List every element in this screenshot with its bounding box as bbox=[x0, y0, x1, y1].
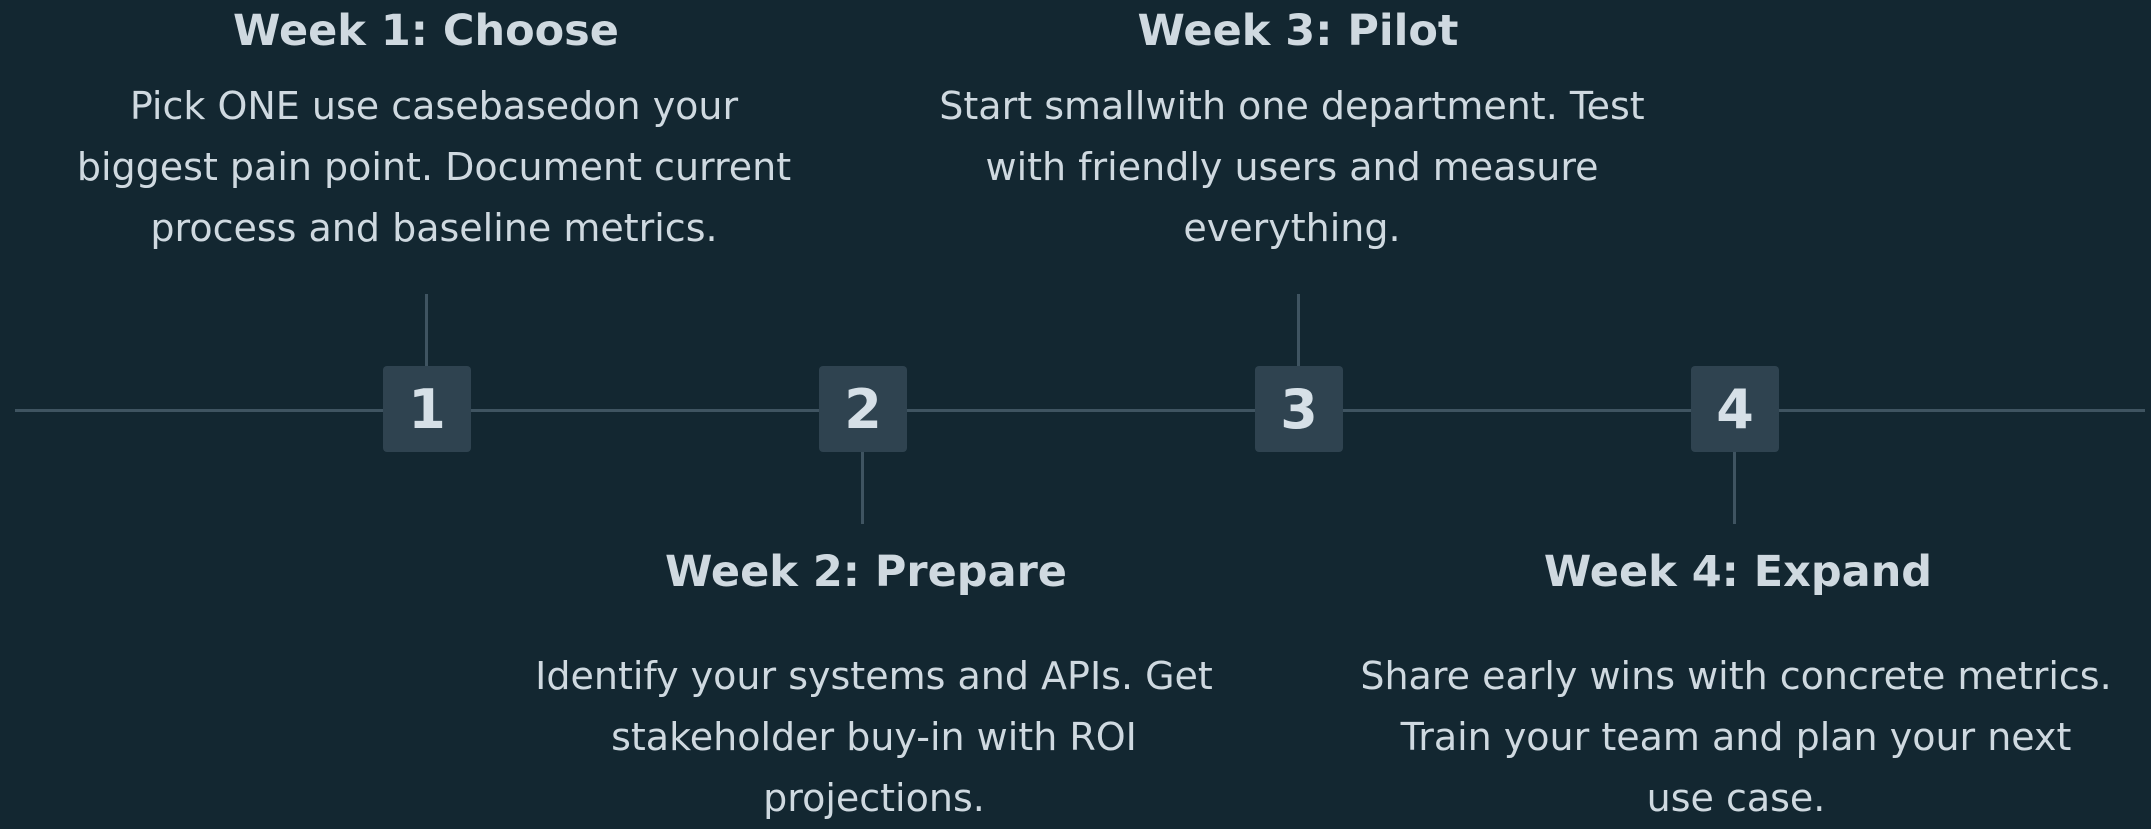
step-4-marker: 4 bbox=[1691, 366, 1779, 452]
timeline-line bbox=[15, 409, 2145, 412]
step-3-connector bbox=[1297, 294, 1300, 368]
step-4-description-line: Share early wins with concrete metrics. bbox=[1360, 654, 2112, 698]
step-3-marker: 3 bbox=[1255, 366, 1343, 452]
roadmap-timeline: { "steps": [ { "number": "1", "title": "… bbox=[0, 0, 2151, 822]
step-2-description-line: projections. bbox=[763, 776, 985, 820]
step-1-title: Week 1: Choose bbox=[233, 6, 619, 56]
step-2-description-line: stakeholder buy-in with ROI bbox=[611, 715, 1137, 759]
step-3-description: Start smallwith one department. Test wit… bbox=[912, 76, 1672, 259]
step-3-description-line: everything. bbox=[1183, 206, 1401, 250]
step-1-description-line: process and baseline metrics. bbox=[150, 206, 718, 250]
step-1-description: Pick ONE use casebasedon your biggest pa… bbox=[54, 76, 814, 259]
step-4-description: Share early wins with concrete metrics. … bbox=[1356, 646, 2116, 829]
step-2-title: Week 2: Prepare bbox=[665, 547, 1067, 597]
step-2-marker: 2 bbox=[819, 366, 907, 452]
step-3-description-line: Start smallwith one department. Test bbox=[939, 84, 1645, 128]
step-4-connector bbox=[1733, 450, 1736, 524]
step-4-description-line: Train your team and plan your next bbox=[1400, 715, 2072, 759]
step-1-description-line: biggest pain point. Document current bbox=[76, 145, 792, 189]
step-3-title: Week 3: Pilot bbox=[1137, 6, 1459, 56]
step-1-connector bbox=[425, 294, 428, 368]
step-2-connector bbox=[861, 450, 864, 524]
step-2-description-line: Identify your systems and APIs. Get bbox=[535, 654, 1213, 698]
step-1-description-line: Pick ONE use casebasedon your bbox=[129, 84, 739, 128]
step-1-marker: 1 bbox=[383, 366, 471, 452]
step-2-description: Identify your systems and APIs. Get stak… bbox=[494, 646, 1254, 829]
step-4-description-line: use case. bbox=[1646, 776, 1826, 820]
step-3-description-line: with friendly users and measure bbox=[985, 145, 1599, 189]
step-4-title: Week 4: Expand bbox=[1543, 547, 1933, 597]
